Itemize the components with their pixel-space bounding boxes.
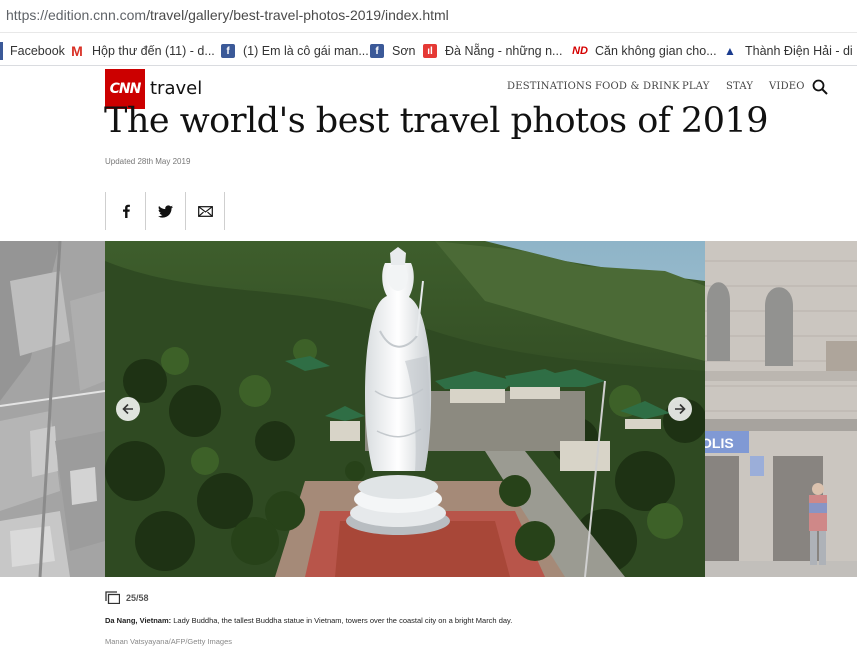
- police-sign-text: OLIS: [705, 435, 734, 451]
- url-path: /travel/gallery/best-travel-photos-2019/…: [146, 7, 449, 23]
- bookmark-label: (1) Em là cô gái man...: [243, 44, 369, 58]
- bookmark-label: Facebook: [10, 44, 65, 58]
- bookmark-label: Thành Điện Hải - di ...: [745, 44, 857, 58]
- nav-food-drink[interactable]: FOOD & DRINK: [595, 81, 680, 92]
- bookmark-thanh-dien-hai[interactable]: ▲ Thành Điện Hải - di ...: [723, 42, 857, 60]
- previous-arrow-button[interactable]: [116, 397, 140, 421]
- previous-slide-image[interactable]: [0, 241, 105, 577]
- slide-counter-text: 25/58: [126, 592, 149, 603]
- bookmarks-edge: [0, 42, 3, 60]
- bookmark-label: Căn không gian cho...: [595, 44, 717, 58]
- photo-caption: Da Nang, Vietnam: Lady Buddha, the talle…: [105, 616, 512, 625]
- nav-video[interactable]: VIDEO: [769, 81, 805, 92]
- bookmark-gmail[interactable]: M Hộp thư đến (11) - d...: [70, 42, 215, 60]
- search-icon[interactable]: [812, 79, 828, 95]
- section-name[interactable]: travel: [150, 78, 202, 99]
- gmail-icon: M: [71, 43, 83, 59]
- facebook-icon: [122, 204, 130, 218]
- facebook-icon: f: [370, 44, 384, 58]
- bookmark-label: Hộp thư đến (11) - d...: [92, 44, 215, 58]
- photo-credit: Manan Vatsyayana/AFP/Getty Images: [105, 637, 233, 646]
- bookmark-nd[interactable]: ND Căn không gian cho...: [572, 42, 717, 60]
- share-email-button[interactable]: [185, 192, 225, 230]
- share-facebook-button[interactable]: [105, 192, 145, 230]
- nav-stay[interactable]: STAY: [726, 81, 753, 92]
- slide-counter[interactable]: 25/58: [105, 591, 149, 604]
- photo-gallery: OLIS: [0, 241, 857, 577]
- bookmark-label: Đà Nẵng - những n...: [445, 44, 563, 58]
- share-buttons: [105, 192, 225, 230]
- stone-building-image: OLIS: [705, 241, 857, 577]
- next-arrow-button[interactable]: [668, 397, 692, 421]
- bookmark-facebook-post[interactable]: f (1) Em là cô gái man...: [221, 42, 369, 60]
- facebook-icon: f: [221, 44, 235, 58]
- danang-icon: ıl: [423, 44, 437, 58]
- gallery-icon: [105, 591, 120, 604]
- bookmark-son[interactable]: f Sơn: [370, 42, 416, 60]
- lady-buddha-image: [105, 241, 705, 577]
- nav-destinations[interactable]: DESTINATIONS: [507, 81, 592, 92]
- current-slide-image: [105, 241, 705, 577]
- updated-date: Updated 28th May 2019: [105, 157, 191, 166]
- next-slide-image[interactable]: OLIS: [705, 241, 857, 577]
- url-host: https://edition.cnn.com: [6, 7, 147, 23]
- city-aerial-image: [0, 241, 105, 577]
- email-icon: [197, 205, 213, 217]
- logo-text: CNN: [109, 81, 142, 97]
- page-title: The world's best travel photos of 2019: [104, 101, 769, 141]
- bookmarks-bar: Facebook M Hộp thư đến (11) - d... f (1) E…: [0, 34, 857, 66]
- url-text[interactable]: https://edition.cnn.com/travel/gallery/b…: [6, 7, 449, 23]
- share-twitter-button[interactable]: [145, 192, 185, 230]
- address-bar[interactable]: https://edition.cnn.com/travel/gallery/b…: [0, 0, 857, 33]
- monument-icon: ▲: [724, 44, 736, 58]
- nav-play[interactable]: PLAY: [682, 81, 710, 92]
- bookmark-label: Sơn: [392, 44, 416, 58]
- arrow-left-icon: [122, 403, 133, 415]
- arrow-right-icon: [675, 403, 686, 415]
- twitter-icon: [158, 204, 173, 218]
- caption-text: Lady Buddha, the tallest Buddha statue i…: [171, 616, 513, 625]
- caption-location: Da Nang, Vietnam:: [105, 616, 172, 625]
- bookmark-facebook[interactable]: Facebook: [10, 42, 65, 60]
- bookmark-danang[interactable]: ıl Đà Nẵng - những n...: [423, 42, 562, 60]
- nd-icon: ND: [572, 45, 588, 57]
